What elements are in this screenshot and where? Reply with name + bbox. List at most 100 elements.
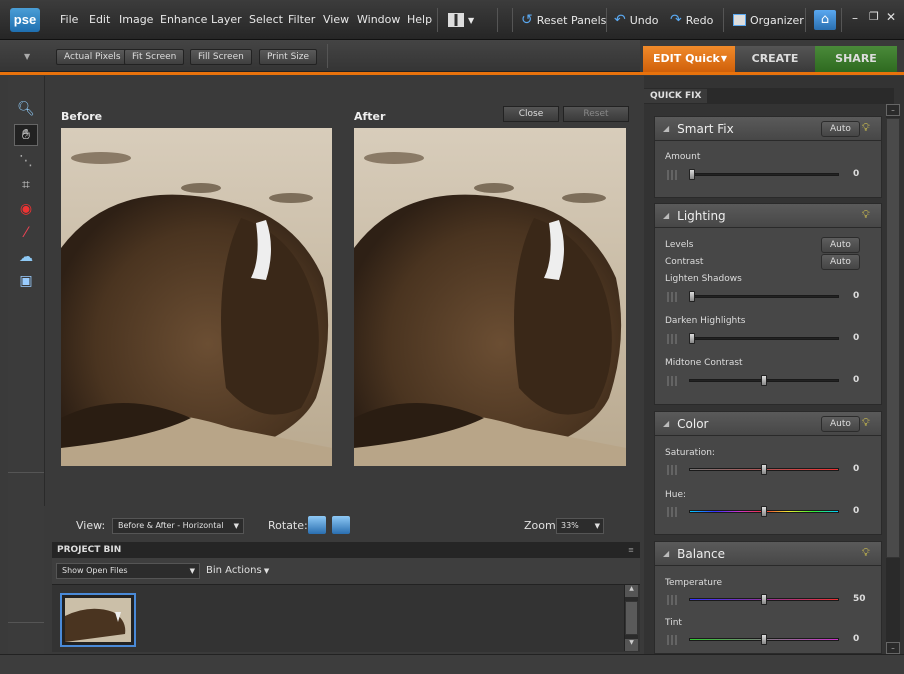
tab-edit[interactable]: EDIT Quick ▼ [643,46,735,72]
chevron-down-icon: ▼ [233,522,239,530]
contrast-auto-button[interactable]: Auto [821,254,860,270]
lighten-shadows-slider-knob[interactable] [689,291,695,302]
scroll-up-icon[interactable]: – [886,104,900,116]
close-icon[interactable]: ✕ [886,10,896,24]
view-select[interactable]: Before & After - Horizontal ▼ [112,518,244,534]
organizer-button[interactable]: Organizer [733,10,804,30]
red-eye-tool-icon[interactable]: ◉ [14,198,38,220]
layout-icon [448,13,464,27]
organizer-icon [733,14,746,26]
collapse-icon[interactable]: ◢ [663,419,669,428]
reset-panels-button[interactable]: ↺ Reset Panels [521,10,606,30]
panel-scrollbar[interactable]: – – [886,104,900,654]
blue-skies-tool-icon[interactable]: ☁ [14,246,38,268]
after-image[interactable] [354,128,626,466]
divider [512,8,513,32]
after-label: After [354,110,386,123]
midtone-contrast-label: Midtone Contrast [665,358,743,368]
zoom-select[interactable]: 33% ▼ [556,518,604,534]
home-icon[interactable]: ⌂ [814,10,836,30]
tab-quick-fix[interactable]: QUICK FIX [644,89,708,103]
menu-edit[interactable]: Edit [89,13,110,26]
amount-value: 0 [853,169,860,179]
bulb-icon[interactable]: 💡︎ [862,547,872,559]
reset-button[interactable]: Reset [563,106,629,122]
lighten-shadows-slider-track[interactable] [689,295,839,298]
tab-share[interactable]: SHARE [815,46,897,72]
color-auto-button[interactable]: Auto [821,416,860,432]
quick-selection-tool-icon[interactable]: ⋱ [14,150,38,172]
temperature-slider-knob[interactable] [761,594,767,605]
hand-tool-icon[interactable]: ✋︎ [14,124,38,146]
crop-tool-icon[interactable]: ⌗ [14,174,38,196]
bulb-icon[interactable]: 💡︎ [862,417,872,429]
amount-slider-knob[interactable] [689,169,695,180]
chevron-down-icon: ▼ [720,54,727,63]
scroll-down-icon[interactable]: ▼ [625,639,638,651]
collapse-icon[interactable]: ◢ [663,211,669,220]
menu-help[interactable]: Help [407,13,432,26]
lighting-header[interactable]: ◢ Lighting [655,204,881,228]
menu-file[interactable]: File [60,13,78,26]
scroll-thumb[interactable] [625,601,638,635]
options-bar: ▼ Actual Pixels Fit Screen Fill Screen P… [0,40,640,72]
tint-slider-knob[interactable] [761,634,767,645]
scroll-up-icon[interactable]: ▲ [625,585,638,597]
bin-actions-menu[interactable]: Bin Actions ▼ [206,565,269,576]
chevron-down-icon[interactable]: ▼ [24,52,30,61]
menu-filter[interactable]: Filter [288,13,315,26]
black-white-tool-icon[interactable]: ▣ [14,270,38,292]
layout-dropdown[interactable]: ▼ [448,10,474,30]
zoom-label: Zoom: [524,519,560,532]
menu-image[interactable]: Image [119,13,153,26]
fit-screen-button[interactable]: Fit Screen [124,49,185,65]
mode-tabs: EDIT Quick ▼ CREATE SHARE [643,46,897,72]
panel-menu-icon[interactable]: ≡ [628,542,634,558]
whiten-teeth-tool-icon[interactable]: ⁄ [14,222,38,244]
actual-pixels-button[interactable]: Actual Pixels [56,49,129,65]
before-image[interactable] [61,128,332,466]
rotate-right-icon[interactable] [332,516,350,534]
temperature-label: Temperature [665,578,723,588]
darken-highlights-slider-knob[interactable] [689,333,695,344]
divider [8,472,44,473]
menu-select[interactable]: Select [249,13,283,26]
bin-scrollbar[interactable]: ▲ ▼ [624,585,638,651]
menu-enhance[interactable]: Enhance [160,13,207,26]
undo-button[interactable]: ↶ Undo [614,10,658,30]
redo-button[interactable]: ↷ Redo [670,10,713,30]
fill-screen-button[interactable]: Fill Screen [190,49,252,65]
close-button[interactable]: Close [503,106,559,122]
collapse-icon[interactable]: ◢ [663,549,669,558]
tab-create[interactable]: CREATE [735,46,815,72]
menu-window[interactable]: Window [357,13,400,26]
saturation-slider-knob[interactable] [761,464,767,475]
darken-highlights-value: 0 [853,333,860,343]
scroll-down-icon[interactable]: – [886,642,900,654]
rotate-left-icon[interactable] [308,516,326,534]
collapse-icon[interactable]: ◢ [663,124,669,133]
amount-slider-track[interactable] [689,173,839,176]
show-files-select[interactable]: Show Open Files ▼ [56,563,200,579]
levels-auto-button[interactable]: Auto [821,237,860,253]
balance-header[interactable]: ◢ Balance [655,542,881,566]
smart-fix-auto-button[interactable]: Auto [821,121,860,137]
accent-strip [0,72,904,75]
project-bin-header[interactable]: PROJECT BIN ≡ [52,542,640,558]
bulb-icon[interactable]: 💡︎ [862,209,872,221]
print-size-button[interactable]: Print Size [259,49,318,65]
hue-slider-knob[interactable] [761,506,767,517]
scroll-thumb[interactable] [886,118,900,558]
darken-highlights-slider-track[interactable] [689,337,839,340]
bulb-icon[interactable]: 💡︎ [862,122,872,134]
menu-layer[interactable]: Layer [211,13,242,26]
midtone-contrast-slider-knob[interactable] [761,375,767,386]
zoom-tool-icon[interactable]: 🔍︎ [14,98,38,120]
menu-view[interactable]: View [323,13,349,26]
divider [497,8,498,32]
view-label: View: [76,519,106,532]
minimize-icon[interactable]: – [852,11,858,25]
bin-thumbnail[interactable] [60,593,136,647]
restore-icon[interactable]: ❐ [869,10,879,23]
grip-icon [667,292,679,302]
